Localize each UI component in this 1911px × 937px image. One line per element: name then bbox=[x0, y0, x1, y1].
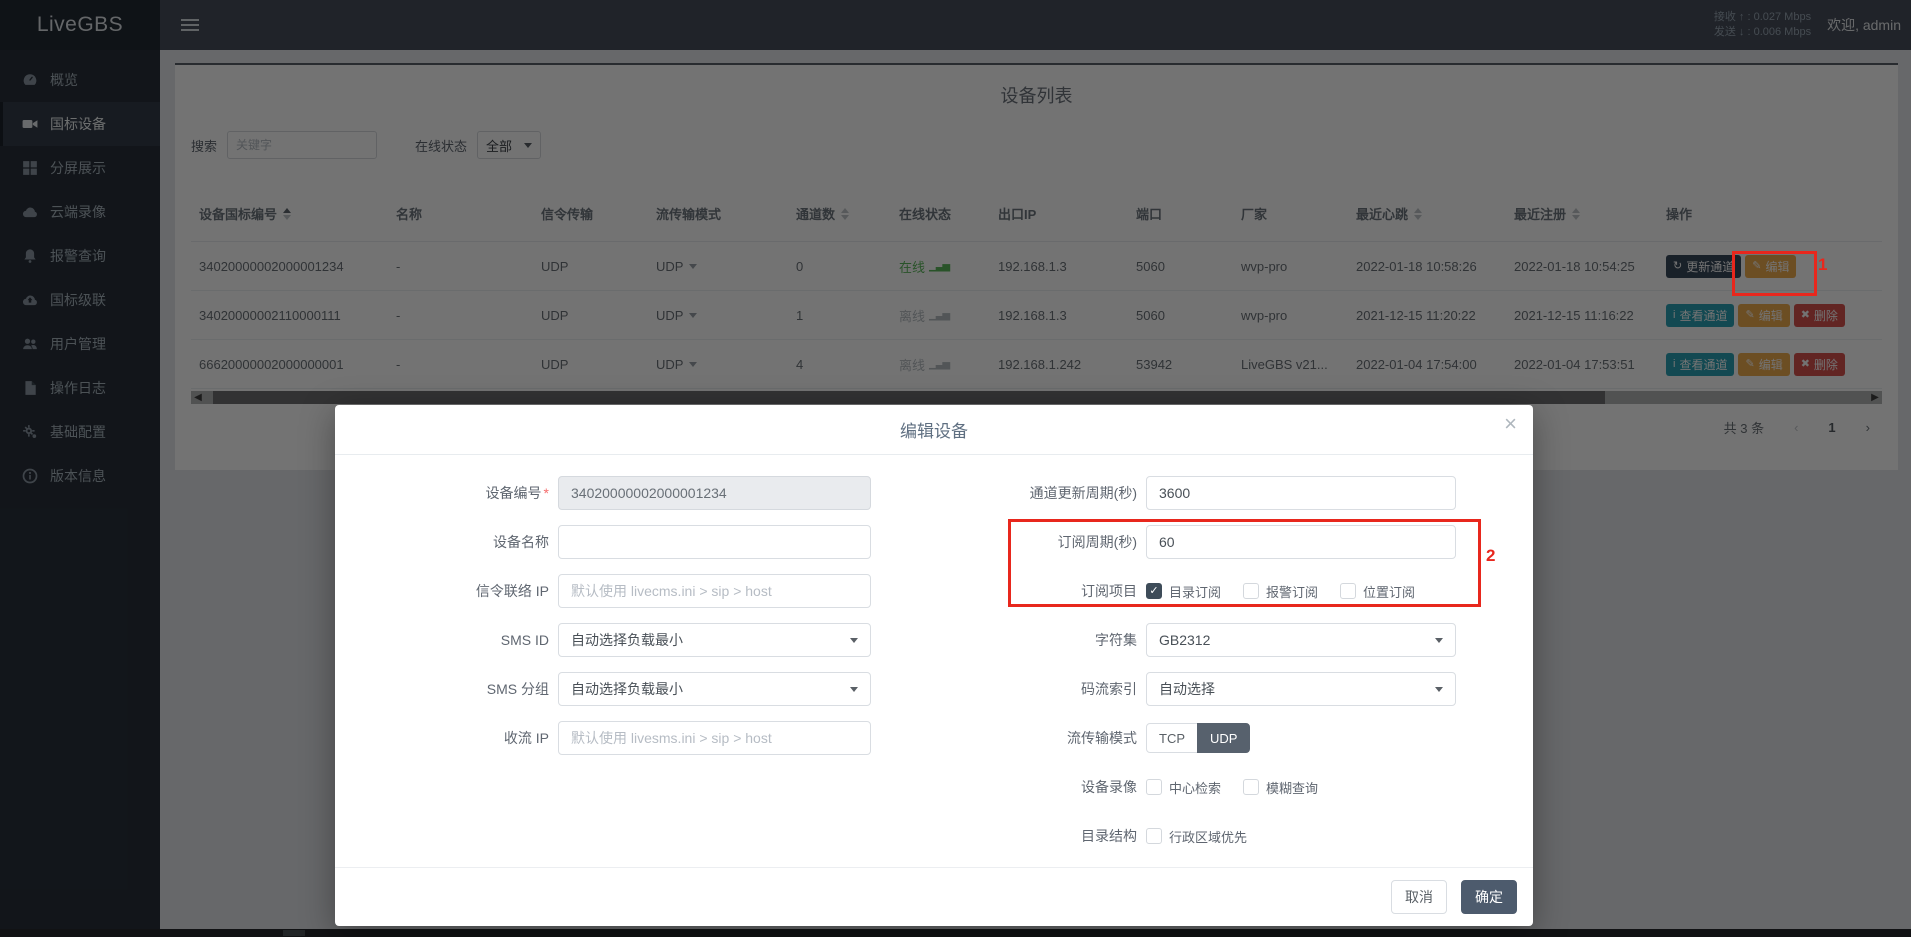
form-row-catalog-structure: 目录结构 ✓行政区域优先 bbox=[975, 819, 1456, 853]
form-row-stream-mode: 流传输模式 TCP UDP bbox=[975, 721, 1456, 755]
chevron-down-icon bbox=[850, 687, 858, 692]
stream-index-select[interactable]: 自动选择 bbox=[1146, 672, 1456, 706]
annotation-label-step2: 2 bbox=[1486, 546, 1495, 566]
stream-mode-toggle: TCP UDP bbox=[1146, 723, 1250, 753]
center-search-checkbox[interactable]: ✓中心检索 bbox=[1146, 778, 1221, 797]
sms-id-label: SMS ID bbox=[399, 632, 549, 648]
recv-ip-field[interactable] bbox=[558, 721, 871, 755]
stream-index-label: 码流索引 bbox=[975, 679, 1137, 699]
alarm-subscribe-checkbox[interactable]: ✓报警订阅 bbox=[1243, 582, 1318, 601]
edit-device-modal: 编辑设备 × 设备编号* 设备名称 信令联络 IP SMS ID bbox=[335, 405, 1533, 926]
modal-header: 编辑设备 × bbox=[335, 405, 1533, 455]
device-id-field bbox=[558, 476, 871, 510]
sms-id-select[interactable]: 自动选择负载最小 bbox=[558, 623, 871, 657]
form-row-sms-id: SMS ID 自动选择负载最小 bbox=[399, 623, 871, 657]
chevron-down-icon bbox=[850, 638, 858, 643]
tcp-toggle-button[interactable]: TCP bbox=[1146, 723, 1198, 753]
close-icon[interactable]: × bbox=[1504, 413, 1517, 435]
channel-refresh-field[interactable] bbox=[1146, 476, 1456, 510]
form-column-left: 设备编号* 设备名称 信令联络 IP SMS ID 自动选择负载最小 SMS 分… bbox=[399, 476, 871, 868]
form-row-channel-refresh: 通道更新周期(秒) bbox=[975, 476, 1456, 510]
form-row-stream-index: 码流索引 自动选择 bbox=[975, 672, 1456, 706]
cancel-button[interactable]: 取消 bbox=[1391, 880, 1447, 914]
confirm-button[interactable]: 确定 bbox=[1461, 880, 1517, 914]
form-row-signal-ip: 信令联络 IP bbox=[399, 574, 871, 608]
subscribe-items-label: 订阅项目 bbox=[975, 581, 1137, 601]
catalog-subscribe-checkbox[interactable]: ✓目录订阅 bbox=[1146, 582, 1221, 601]
form-row-device-record: 设备录像 ✓中心检索 ✓模糊查询 bbox=[975, 770, 1456, 804]
charset-label: 字符集 bbox=[975, 630, 1137, 650]
device-id-label: 设备编号 bbox=[486, 485, 542, 501]
stream-mode-label: 流传输模式 bbox=[975, 728, 1137, 748]
udp-toggle-button[interactable]: UDP bbox=[1197, 723, 1250, 753]
signal-ip-label: 信令联络 IP bbox=[399, 581, 549, 601]
position-subscribe-checkbox[interactable]: ✓位置订阅 bbox=[1340, 582, 1415, 601]
form-row-recv-ip: 收流 IP bbox=[399, 721, 871, 755]
chevron-down-icon bbox=[1435, 638, 1443, 643]
device-name-label: 设备名称 bbox=[399, 532, 549, 552]
modal-title: 编辑设备 bbox=[900, 417, 968, 442]
form-row-subscribe-period: 订阅周期(秒) bbox=[975, 525, 1456, 559]
device-record-label: 设备录像 bbox=[975, 777, 1137, 797]
form-row-device-name: 设备名称 bbox=[399, 525, 871, 559]
catalog-structure-label: 目录结构 bbox=[975, 826, 1137, 846]
admin-region-priority-checkbox[interactable]: ✓行政区域优先 bbox=[1146, 827, 1247, 846]
fuzzy-query-checkbox[interactable]: ✓模糊查询 bbox=[1243, 778, 1318, 797]
required-mark: * bbox=[544, 485, 549, 501]
charset-select[interactable]: GB2312 bbox=[1146, 623, 1456, 657]
check-icon: ✓ bbox=[1149, 586, 1158, 597]
signal-ip-field[interactable] bbox=[558, 574, 871, 608]
subscribe-period-field[interactable] bbox=[1146, 525, 1456, 559]
sms-group-label: SMS 分组 bbox=[399, 679, 549, 699]
form-row-charset: 字符集 GB2312 bbox=[975, 623, 1456, 657]
form-row-sms-group: SMS 分组 自动选择负载最小 bbox=[399, 672, 871, 706]
subscribe-period-label: 订阅周期(秒) bbox=[975, 532, 1137, 552]
sms-group-select[interactable]: 自动选择负载最小 bbox=[558, 672, 871, 706]
modal-footer: 取消 确定 bbox=[335, 867, 1533, 926]
channel-refresh-label: 通道更新周期(秒) bbox=[975, 483, 1137, 503]
livegbs-app: LiveGBS 概览 国标设备 分屏展示 云端录像 报警查询 bbox=[0, 0, 1911, 937]
chevron-down-icon bbox=[1435, 687, 1443, 692]
form-column-right: 通道更新周期(秒) 订阅周期(秒) 订阅项目 ✓目录订阅 ✓报警订阅 ✓位置订阅 bbox=[975, 476, 1456, 868]
form-row-subscribe-items: 订阅项目 ✓目录订阅 ✓报警订阅 ✓位置订阅 bbox=[975, 574, 1456, 608]
device-name-field[interactable] bbox=[558, 525, 871, 559]
recv-ip-label: 收流 IP bbox=[399, 728, 549, 748]
annotation-label-step1: 1 bbox=[1818, 255, 1827, 275]
modal-body: 设备编号* 设备名称 信令联络 IP SMS ID 自动选择负载最小 SMS 分… bbox=[335, 455, 1533, 868]
form-row-device-id: 设备编号* bbox=[399, 476, 871, 510]
